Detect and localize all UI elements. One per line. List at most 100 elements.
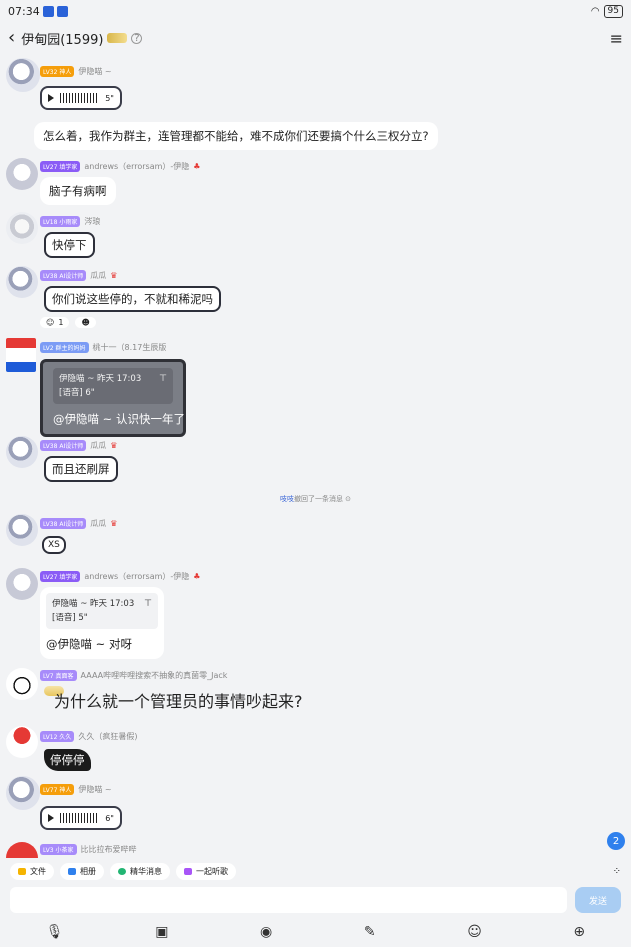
sender-meta: LV27 填学家 andrews（errorsam）-伊隐 ♣ [40,161,200,172]
message-input[interactable] [10,887,567,913]
quoted-message[interactable]: 伊隐喵 ~ 昨天 17:03 [语音] 5" ⊤ [46,593,158,629]
recall-text: 撤回了一条消息 [293,495,343,503]
quote-header: 伊隐喵 ~ 昨天 17:03 [52,599,135,609]
sender-name: 久久（疯狂暑假) [78,732,138,741]
emoji-icon: ☺ [46,318,55,327]
add-reaction-icon[interactable]: ☻ [75,317,96,328]
notification-icon [56,5,68,17]
sender-name: 比比拉布爱哔哔 [80,845,137,854]
message-text[interactable]: 你们说这些停的，不就和稀泥吗 [44,286,221,312]
emoji-icon[interactable]: ☺ [467,924,482,940]
avatar[interactable] [6,58,40,92]
avatar[interactable] [6,212,38,244]
plus-icon[interactable]: ⊕ [573,924,585,940]
recall-user[interactable]: 吱吱 [280,495,294,503]
recall-notice: 吱吱撤回了一条消息 ⊙ [279,495,352,503]
send-button[interactable]: 发送 [575,887,621,913]
quote-header: 伊隐喵 ~ 昨天 17:03 [59,374,142,384]
sender-meta: LV38 AI设计师 瓜瓜 ♛ [40,518,117,529]
unread-count-badge[interactable]: 2 [607,832,625,850]
help-icon[interactable]: ? [131,32,143,44]
avatar[interactable] [6,668,38,700]
jump-to-icon[interactable]: ⊤ [159,372,167,386]
more-apps-icon[interactable]: ⁘ [613,866,621,877]
headphones-icon [184,867,192,875]
voice-message[interactable]: 5" [40,86,122,110]
sender-name: AAAA哔哩哔哩搜索不抽象的真菌零_Jack [80,671,228,680]
folder-icon [18,867,26,875]
essence-icon [118,867,126,875]
waveform-icon [60,813,100,823]
sender-meta: LV38 AI设计师 瓜瓜 ♛ [40,440,117,451]
photo-icon [68,867,76,875]
sender-meta: LV3 小茶家 比比拉布爱哔哔 [40,844,137,855]
jump-to-icon[interactable]: ⊤ [144,597,152,611]
sender-name: 瓜瓜 [90,441,107,450]
file-button[interactable]: 文件 [10,862,54,880]
hat-icon: ♣ [193,162,201,171]
quoted-message[interactable]: 伊隐喵 ~ 昨天 17:03 [语音] 6" ⊤ [53,368,173,404]
back-arrow-icon[interactable]: ‹ [8,29,15,47]
voice-duration: 5" [105,93,114,103]
sender-meta: LV27 填学家 andrews（errorsam）-伊隐 ♣ [40,571,200,582]
voice-message[interactable]: 6" [40,806,122,830]
avatar[interactable] [6,266,38,298]
reply-message[interactable]: 伊隐喵 ~ 昨天 17:03 [语音] 6" ⊤ @伊隐喵 ~ 认识快一年了 [40,359,186,437]
input-toolbar: 🎙︎ ▣ ◉ ✎ ☺ ⊕ [0,916,631,947]
reaction-chip[interactable]: ☺ 1 [40,317,70,328]
message-text[interactable]: 怎么着，我作为群主，连管理都不能给，难不成你们还要搞个什么三权分立? [34,122,438,150]
mic-icon[interactable]: 🎙︎ [46,924,64,940]
message-text: @伊隐喵 ~ 对呀 [46,637,132,651]
sender-name: 桃十一（8.17生辰版 [92,343,167,352]
wifi-icon: ◠ [590,5,600,17]
battery-level: 95 [603,4,623,18]
listen-together-button[interactable]: 一起听歌 [176,862,236,880]
sender-meta: LV2 群主的妈妈 桃十一（8.17生辰版 [40,342,166,353]
crown-icon: ♛ [110,519,118,528]
avatar[interactable] [6,338,36,372]
reply-message[interactable]: 伊隐喵 ~ 昨天 17:03 [语音] 5" ⊤ @伊隐喵 ~ 对呀 [40,587,164,659]
play-icon[interactable] [48,814,54,822]
message-text[interactable]: 快停下 [44,232,95,258]
sender-name: 瓜瓜 [90,519,107,528]
message-text[interactable]: 停停停 [44,749,91,771]
sender-meta: LV38 AI设计师 瓜瓜 ♛ [40,270,117,281]
composer: 发送 [0,884,631,916]
album-button[interactable]: 相册 [60,862,104,880]
quick-tools-bar: 文件 相册 精华消息 一起听歌 ⁘ [0,858,631,884]
sender-name: andrews（errorsam）-伊隐 [84,162,190,171]
chat-header: ‹ 伊甸园(1599) ? ≡ [0,22,631,54]
avatar[interactable] [6,842,38,858]
avatar[interactable] [6,726,38,758]
essence-button[interactable]: 精华消息 [110,862,170,880]
quote-content: [语音] 6" [59,388,95,398]
avatar[interactable] [6,514,38,546]
message-text[interactable]: 脑子有病啊 [40,177,116,205]
sender-name: 涔琅 [84,217,101,226]
message-text[interactable]: XS [42,536,66,554]
notification-icon [42,5,54,17]
avatar[interactable] [6,158,38,190]
sender-name: 瓜瓜 [90,271,107,280]
message-text: @伊隐喵 ~ 认识快一年了 [53,412,185,426]
sender-name: 伊隐喵 ~ [78,67,112,76]
play-icon[interactable] [48,94,54,102]
group-level-badge-icon [107,33,128,43]
avatar[interactable] [6,436,38,468]
sender-name: 伊隐喵 ~ [78,785,112,794]
avatar[interactable] [6,568,38,600]
sender-meta: LV18 小雨家 涔琅 [40,216,100,227]
camera-icon[interactable]: ◉ [260,924,272,940]
sender-meta: LV77 神人 伊隐喵 ~ [40,784,112,795]
image-icon[interactable]: ▣ [155,924,168,940]
menu-icon[interactable]: ≡ [610,29,623,48]
sticker-icon[interactable]: ✎ [364,924,376,940]
waveform-icon [60,93,100,103]
message-text[interactable]: 而且还刷屏 [44,456,118,482]
status-bar: 07:34 ◠ 95 [0,0,631,22]
avatar[interactable] [6,776,40,810]
sender-meta: LV32 神人 伊隐喵 ~ [40,66,112,77]
message-text[interactable]: 为什么就一个管理员的事情吵起来? [44,686,303,711]
message-list[interactable]: LV32 神人 伊隐喵 ~ 5" 怎么着，我作为群主，连管理都不能给，难不成你们… [0,54,631,858]
sender-name: andrews（errorsam）-伊隐 [84,572,190,581]
